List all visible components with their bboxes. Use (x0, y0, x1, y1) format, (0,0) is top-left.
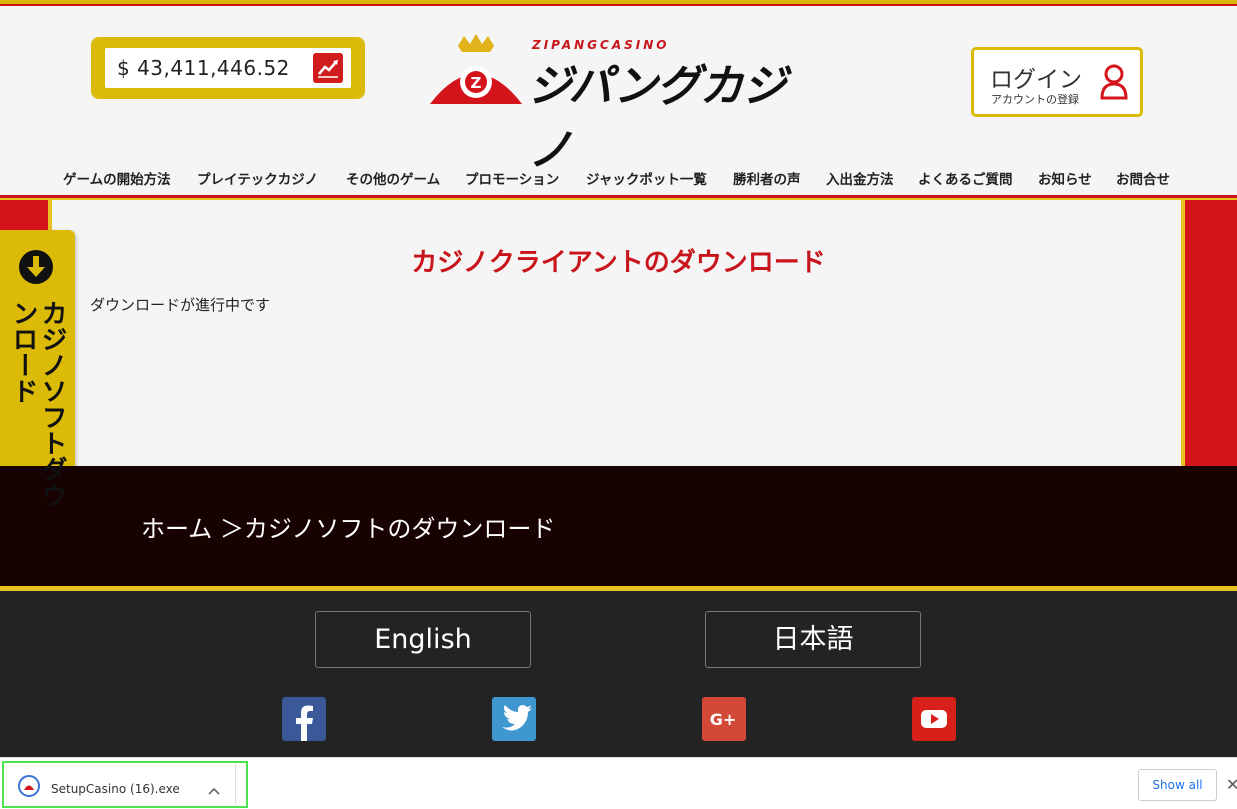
nav-item-news[interactable]: お知らせ (1038, 168, 1092, 188)
youtube-icon[interactable] (912, 697, 956, 741)
download-tab-label: カジノソフトダウンロード (8, 300, 67, 508)
browser-download-bar: SetupCasino (16).exe Show all ✕ (0, 757, 1237, 809)
logo-japanese-text: ジパングカジノ (528, 61, 787, 176)
file-icon (18, 775, 40, 797)
svg-text:Z: Z (471, 74, 482, 92)
breadcrumb-band: ホーム ＞カジノソフトのダウンロード (0, 466, 1237, 586)
page-title: カジノクライアントのダウンロード (411, 248, 826, 278)
login-button[interactable]: ログイン アカウントの登録 (971, 47, 1143, 117)
jackpot-counter: $ 43,411,446.52 (91, 37, 365, 99)
top-stripe (0, 0, 1237, 6)
casino-software-download-tab[interactable]: カジノソフトダウンロード (0, 230, 75, 522)
jackpot-display: $ 43,411,446.52 (105, 48, 351, 88)
breadcrumb[interactable]: ホーム ＞カジノソフトのダウンロード (141, 509, 555, 544)
download-item-separator (235, 764, 236, 804)
nav-item-other-games[interactable]: その他のゲーム (346, 168, 440, 188)
language-english-button[interactable]: English (315, 611, 531, 668)
nav-item-winners[interactable]: 勝利者の声 (733, 168, 801, 188)
download-item[interactable]: SetupCasino (16).exe (2, 761, 248, 808)
chevron-up-icon[interactable] (208, 781, 220, 800)
right-red-border (1181, 200, 1237, 466)
nav-item-jackpot-list[interactable]: ジャックポット一覧 (586, 168, 707, 188)
show-all-button[interactable]: Show all (1138, 769, 1217, 801)
twitter-icon[interactable] (492, 697, 536, 741)
download-file-name: SetupCasino (16).exe (51, 782, 180, 796)
close-icon[interactable]: ✕ (1226, 775, 1237, 794)
user-icon (1100, 64, 1128, 104)
main-content: カジノクライアントのダウンロード ダウンロードが進行中です (56, 200, 1181, 466)
nav-item-promotions[interactable]: プロモーション (465, 168, 559, 188)
nav-item-contact[interactable]: お問合せ (1116, 168, 1170, 188)
nav-item-how-to-start[interactable]: ゲームの開始方法 (63, 168, 171, 188)
roulette-logo-icon: Z (430, 34, 522, 104)
nav-item-faq[interactable]: よくあるご質問 (918, 168, 1013, 188)
login-title: ログイン (990, 67, 1082, 93)
download-arrow-icon (18, 249, 54, 289)
svg-text:G+: G+ (710, 710, 737, 729)
download-status-text: ダウンロードが進行中です (90, 296, 271, 314)
site-logo[interactable]: Z ZIPANGCASINO ジパングカジノ (428, 34, 818, 176)
jackpot-value: $ 43,411,446.52 (117, 56, 290, 80)
nav-item-playtech-casino[interactable]: プレイテックカジノ (197, 168, 318, 188)
nav-item-deposit-withdrawal[interactable]: 入出金方法 (826, 168, 894, 188)
chart-trend-icon[interactable] (313, 53, 343, 83)
main-nav: ゲームの開始方法 プレイテックカジノ その他のゲーム プロモーション ジャックポ… (0, 168, 1237, 190)
register-account-label: アカウントの登録 (991, 93, 1079, 106)
footer: English 日本語 G+ (0, 591, 1237, 757)
language-japanese-button[interactable]: 日本語 (705, 611, 921, 668)
google-plus-icon[interactable]: G+ (702, 697, 746, 741)
facebook-icon[interactable] (282, 697, 326, 741)
